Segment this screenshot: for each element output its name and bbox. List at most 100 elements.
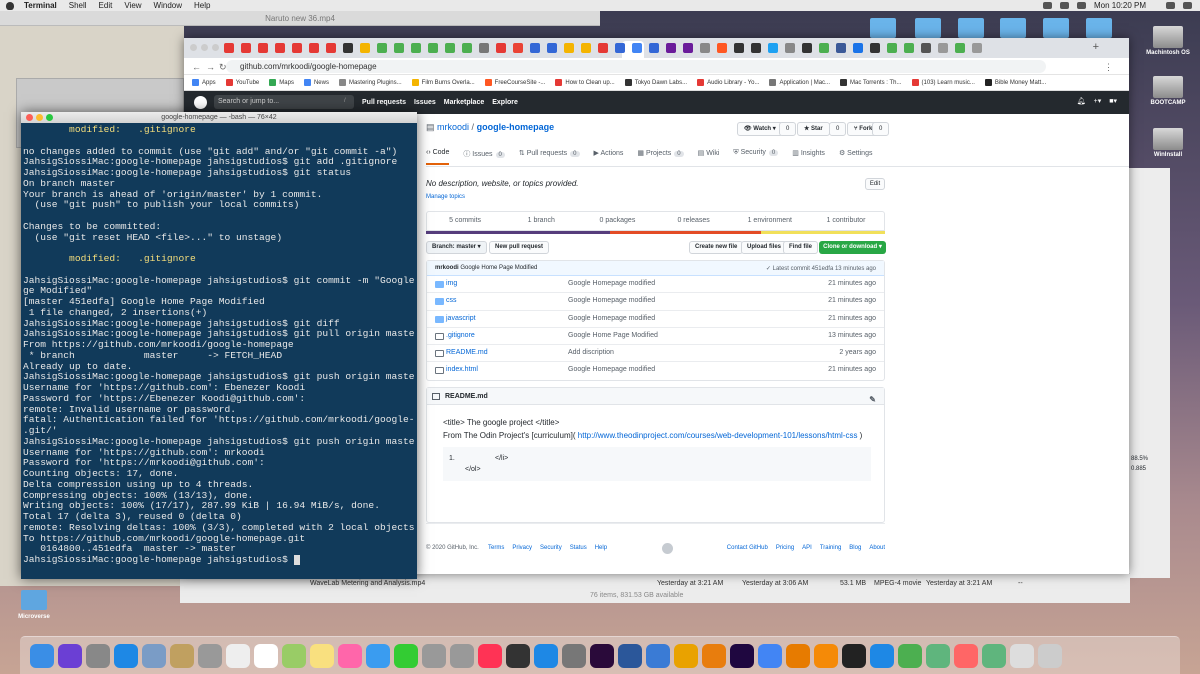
bookmark-item[interactable]: Apps <box>192 79 216 86</box>
back-icon[interactable]: ← <box>192 62 201 72</box>
bookmark-item[interactable]: FreeCourseSite -... <box>484 79 545 86</box>
bookmark-item[interactable]: Tokyo Dawn Labs... <box>624 79 687 86</box>
tab-favicon-icon[interactable] <box>530 43 540 53</box>
stat-contributors[interactable]: 1 contributor <box>808 212 884 230</box>
readme-link[interactable]: http://www.theodinproject.com/courses/we… <box>578 431 858 440</box>
bookmark-item[interactable]: Audio Library - Yo... <box>697 79 759 86</box>
footer-link[interactable]: Status <box>570 545 587 551</box>
language-bar[interactable] <box>426 231 885 234</box>
upload-files-button[interactable]: Upload files <box>741 241 788 254</box>
chrome-icon[interactable] <box>758 643 782 668</box>
tab-favicon-icon[interactable] <box>564 43 574 53</box>
tab-favicon-icon[interactable] <box>615 43 625 53</box>
file-commit-message[interactable]: Google Homepage modified <box>568 297 655 304</box>
commit-message[interactable]: Google Home Page Modified <box>460 265 537 271</box>
bell-icon[interactable]: 🔔︎ <box>1077 97 1086 105</box>
finder-icon[interactable] <box>30 643 54 668</box>
tab-favicon-icon[interactable] <box>938 43 948 53</box>
tab-favicon-icon[interactable] <box>445 43 455 53</box>
bookmark-item[interactable]: News <box>303 79 329 86</box>
tab-favicon-icon[interactable] <box>836 43 846 53</box>
itunes-store-icon[interactable] <box>506 643 530 668</box>
footer-link[interactable]: Help <box>595 545 607 551</box>
sublime-icon[interactable] <box>786 643 810 668</box>
desktop-icon-microverse[interactable]: Microverse <box>14 590 54 620</box>
nav-marketplace[interactable]: Marketplace <box>444 99 484 106</box>
folder-icon[interactable] <box>1043 18 1069 38</box>
fork-count[interactable]: 0 <box>872 122 890 136</box>
app-store-icon[interactable] <box>534 643 558 668</box>
tab-favicon-icon[interactable] <box>428 43 438 53</box>
folder-icon[interactable] <box>870 18 896 38</box>
minimize-window-button[interactable] <box>201 44 208 51</box>
tab-favicon-icon[interactable] <box>275 43 285 53</box>
manage-topics-link[interactable]: Manage topics <box>426 194 465 200</box>
menu-item-view[interactable]: View <box>124 1 141 10</box>
tab-wiki[interactable]: ▤ Wiki <box>698 149 720 165</box>
premiere-icon[interactable] <box>590 643 614 668</box>
find-file-button[interactable]: Find file <box>783 241 818 254</box>
desktop-icon-bootcamp[interactable]: BOOTCAMP <box>1138 76 1198 106</box>
word-icon[interactable] <box>618 643 642 668</box>
tab-favicon-icon[interactable] <box>581 43 591 53</box>
nav-pull-requests[interactable]: Pull requests <box>362 99 406 106</box>
menu-item-edit[interactable]: Edit <box>99 1 113 10</box>
nav-issues[interactable]: Issues <box>414 99 436 106</box>
folder-icon[interactable] <box>958 18 984 38</box>
footer-link[interactable]: Training <box>820 545 841 551</box>
new-pull-request-button[interactable]: New pull request <box>489 241 550 254</box>
forward-icon[interactable]: → <box>206 62 215 72</box>
system-prefs-icon[interactable] <box>562 643 586 668</box>
footer-link[interactable]: Terms <box>488 545 504 551</box>
tab-favicon-icon[interactable] <box>411 43 421 53</box>
tab-favicon-icon[interactable] <box>955 43 965 53</box>
menu-clock[interactable]: Mon 10:20 PM <box>1094 1 1146 10</box>
file-name-link[interactable]: img <box>446 280 457 287</box>
tab-favicon-icon[interactable] <box>649 43 659 53</box>
commit-author[interactable]: mrkoodi <box>435 265 459 271</box>
vlc-icon[interactable] <box>814 643 838 668</box>
utorrent-icon[interactable] <box>898 643 922 668</box>
stickies-icon[interactable] <box>310 643 334 668</box>
chrome-photos-icon[interactable] <box>338 643 362 668</box>
file-commit-message[interactable]: Google Homepage modified <box>568 366 655 373</box>
tab-favicon-icon[interactable] <box>224 43 234 53</box>
stat-commits[interactable]: 5 commits <box>427 212 503 230</box>
file-name-link[interactable]: css <box>446 297 457 304</box>
footer-link[interactable]: Privacy <box>512 545 532 551</box>
tab-favicon-icon[interactable] <box>462 43 472 53</box>
stat-environments[interactable]: 1 environment <box>732 212 808 230</box>
footer-link[interactable]: Contact GitHub <box>727 545 768 551</box>
bookmark-item[interactable]: How to Clean up... <box>555 79 615 86</box>
tab-favicon-icon[interactable] <box>258 43 268 53</box>
tab-favicon-icon[interactable] <box>513 43 523 53</box>
blender-icon[interactable] <box>702 643 726 668</box>
finder-window-icon[interactable] <box>1010 643 1034 668</box>
tab-favicon-icon[interactable] <box>632 43 642 53</box>
folder-icon[interactable] <box>1086 18 1112 38</box>
file-commit-message[interactable]: Google Homepage modified <box>568 280 655 287</box>
facetime-icon[interactable] <box>394 643 418 668</box>
stat-releases[interactable]: 0 releases <box>656 212 732 230</box>
tab-favicon-icon[interactable] <box>921 43 931 53</box>
textedit-icon[interactable] <box>226 643 250 668</box>
tab-favicon-icon[interactable] <box>666 43 676 53</box>
preview-icon[interactable] <box>142 643 166 668</box>
branch-select-button[interactable]: Branch: master ▾ <box>426 241 487 254</box>
terminal-icon[interactable] <box>842 643 866 668</box>
footer-link[interactable]: About <box>869 545 885 551</box>
zoom-window-button[interactable] <box>46 114 53 121</box>
github-logo-icon[interactable] <box>194 96 207 109</box>
terminal-prompt-line[interactable]: JahsigSiossiMac:google-homepage jahsigst… <box>23 554 415 566</box>
file-commit-message[interactable]: Google Homepage modified <box>568 315 655 322</box>
bookmark-item[interactable]: Maps <box>269 79 294 86</box>
notes-app-icon[interactable] <box>170 643 194 668</box>
tab-projects[interactable]: ▦ Projects 0 <box>637 149 684 165</box>
new-tab-button[interactable]: + <box>1093 41 1099 53</box>
tab-favicon-icon[interactable] <box>972 43 982 53</box>
bookmark-item[interactable]: Film Burns Overla... <box>411 79 475 86</box>
tab-favicon-icon[interactable] <box>734 43 744 53</box>
bookmark-item[interactable]: Mastering Plugins... <box>338 79 402 86</box>
folder-icon[interactable] <box>954 643 978 668</box>
battery-icon[interactable] <box>1076 2 1086 9</box>
